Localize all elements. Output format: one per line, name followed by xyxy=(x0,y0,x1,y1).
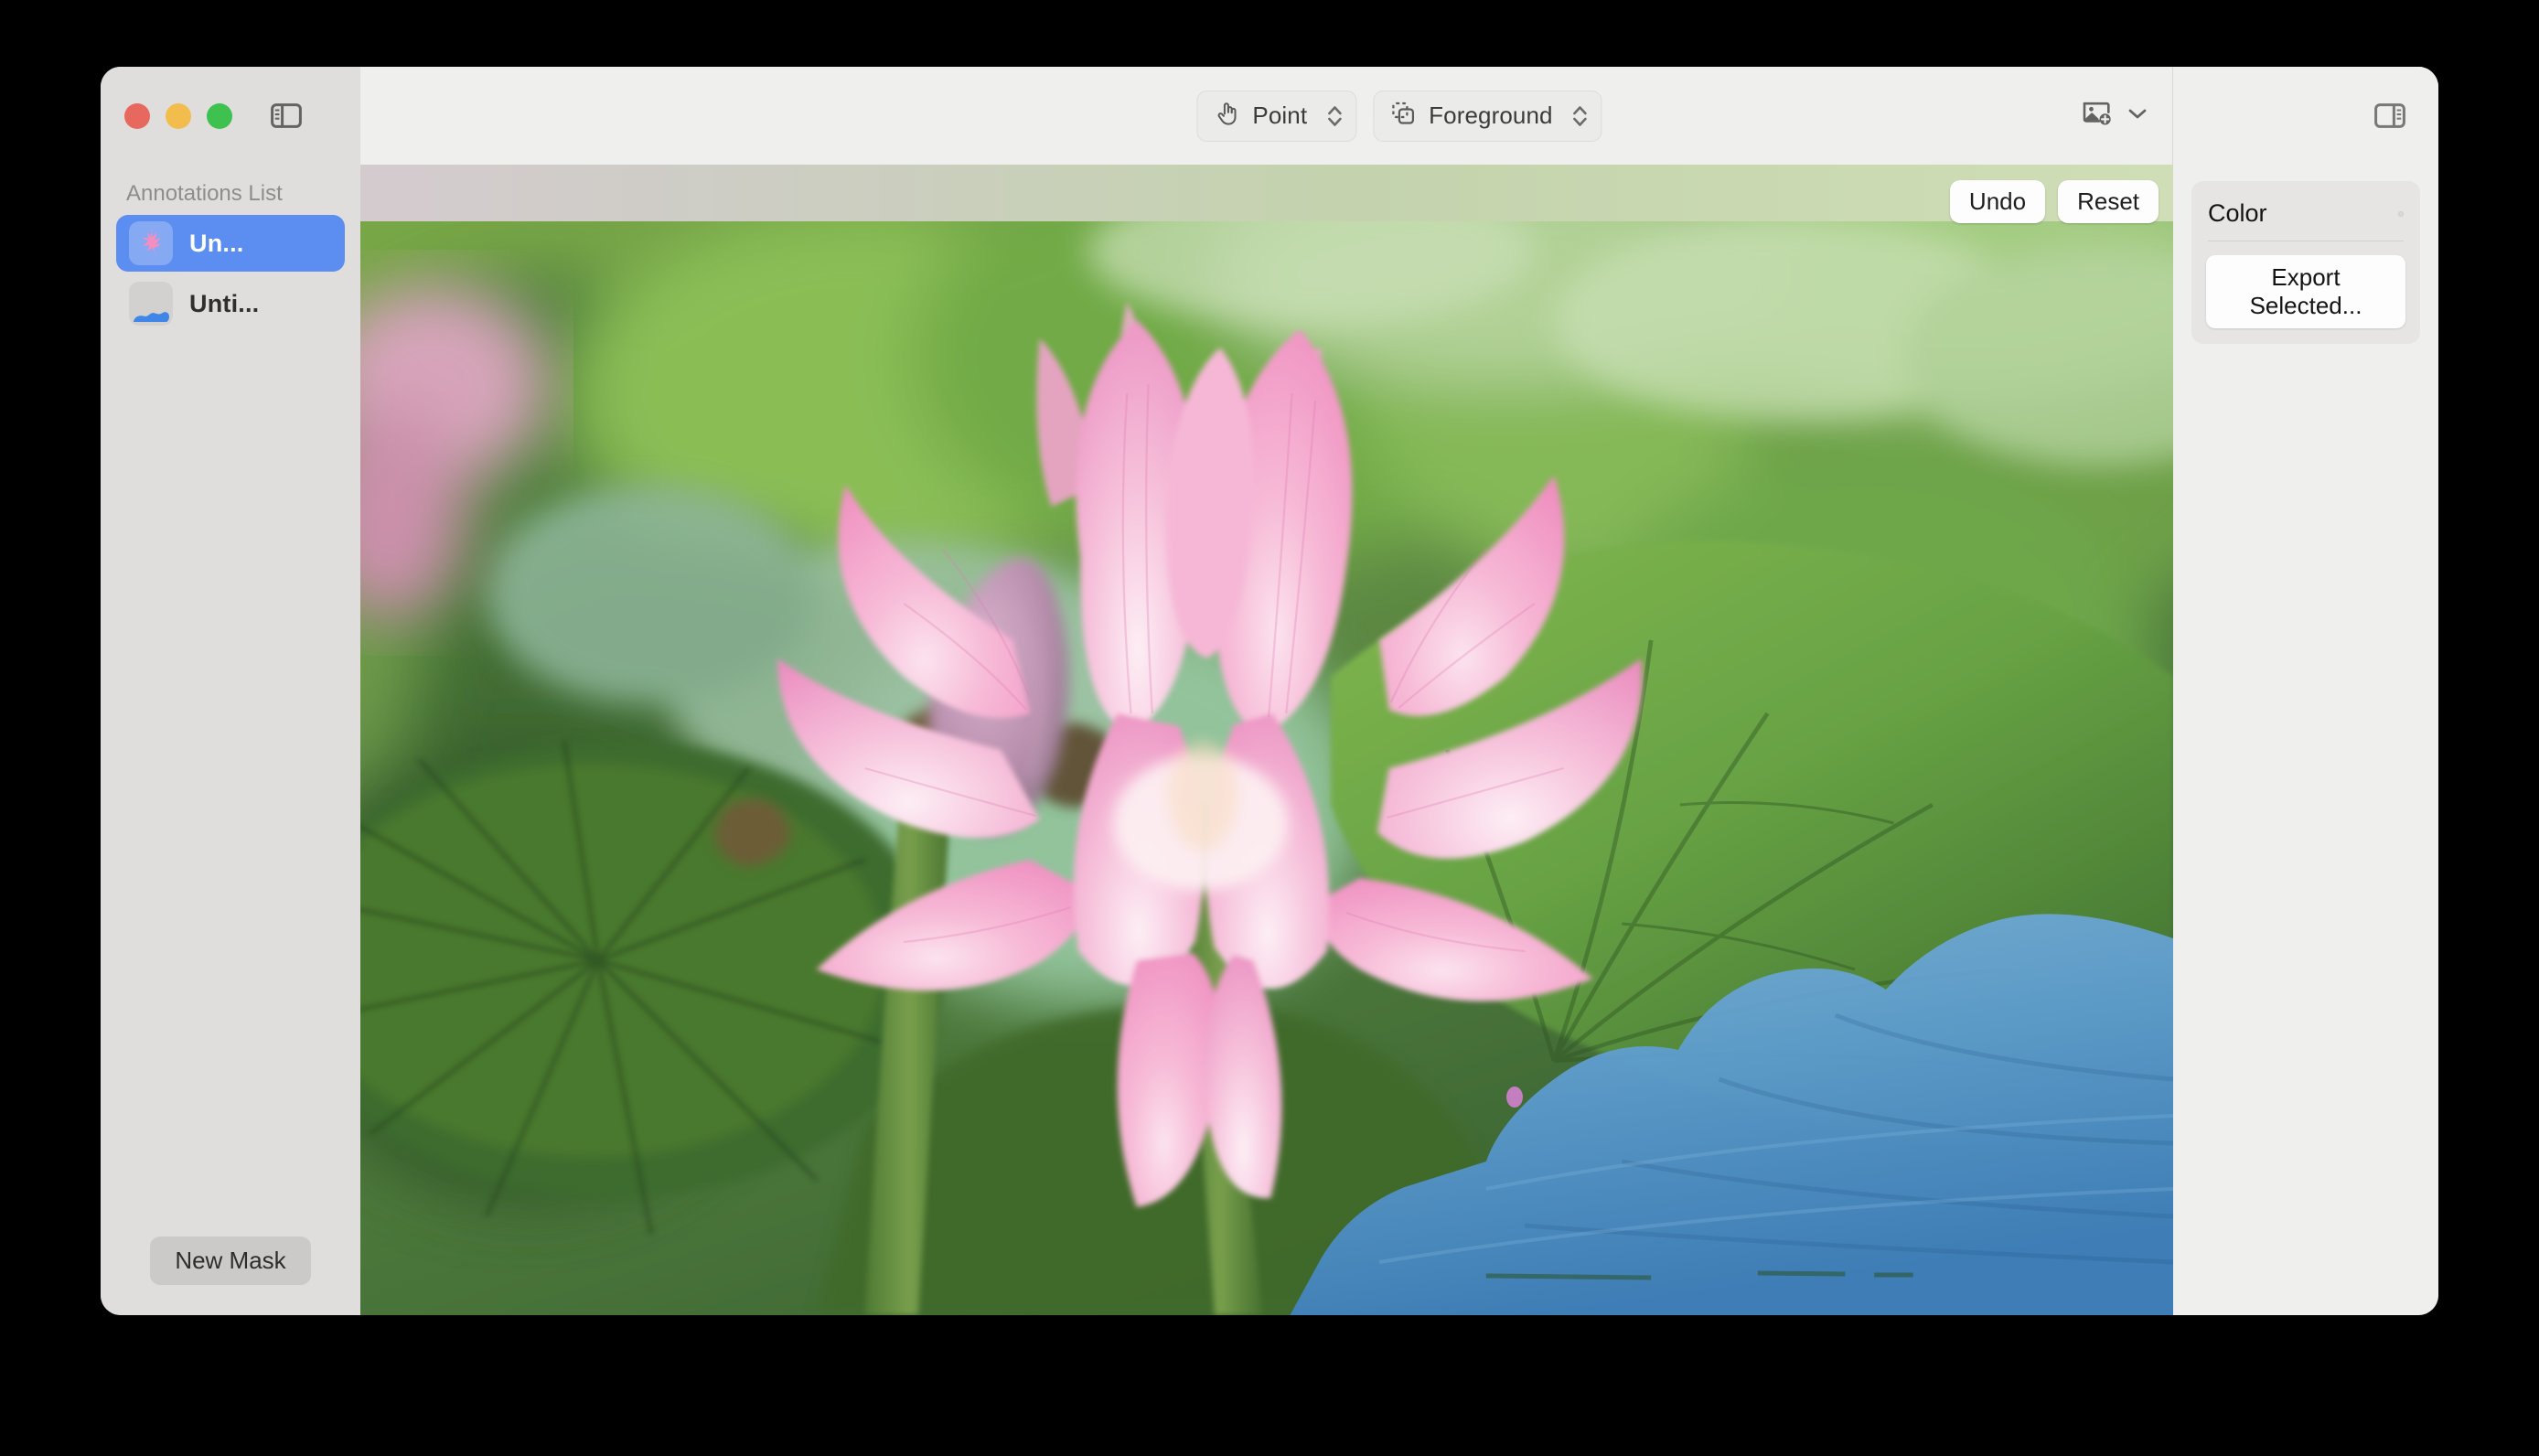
chevron-down-icon xyxy=(2127,106,2148,125)
layer-target-popup[interactable]: Foreground xyxy=(1373,90,1602,142)
export-selected-button[interactable]: Export Selected... xyxy=(2206,255,2405,328)
annotation-item-label: Un... xyxy=(189,229,244,257)
lotus-photo xyxy=(360,165,2173,1315)
window-body: Annotations List Un... Unti... New Mask … xyxy=(101,165,2438,1315)
foreground-layers-icon xyxy=(1389,100,1417,132)
layer-target-value: Foreground xyxy=(1429,102,1553,129)
app-window: Point Foreground Annotations List Un... … xyxy=(101,67,2438,1315)
zoom-button[interactable] xyxy=(207,102,232,129)
up-down-chevron-icon xyxy=(1571,102,1590,131)
annotations-sidebar: Annotations List Un... Unti... New Mask xyxy=(101,165,360,1315)
image-canvas[interactable]: Undo Reset xyxy=(360,165,2173,1315)
add-image-button[interactable] xyxy=(2063,99,2172,133)
color-label: Color xyxy=(2208,199,2267,227)
toolbar-center-group: Point Foreground xyxy=(1196,90,1602,142)
photo-artwork xyxy=(360,165,2173,1315)
toolbar: Point Foreground xyxy=(360,67,2438,165)
toolbar-right-group xyxy=(2063,67,2438,165)
annotation-item-label: Unti... xyxy=(189,289,260,317)
inspector-panel: Color Export Selected... xyxy=(2173,165,2438,1315)
close-button[interactable] xyxy=(124,102,150,129)
new-mask-footer: New Mask xyxy=(116,1237,345,1315)
titlebar-row: Point Foreground xyxy=(101,67,2438,165)
add-image-icon xyxy=(2082,99,2115,133)
canvas-action-buttons: Undo Reset xyxy=(1949,180,2159,223)
sidebar-left-icon[interactable] xyxy=(268,102,305,131)
blue-leaf-mask-thumb xyxy=(129,282,173,326)
reset-button[interactable]: Reset xyxy=(2058,180,2159,223)
annotation-list-item-0[interactable]: Un... xyxy=(116,215,345,272)
annotations-list-title: Annotations List xyxy=(126,181,283,206)
point-marker[interactable] xyxy=(1505,1086,1523,1108)
up-down-chevron-icon xyxy=(1325,102,1344,131)
pink-flower-mask-thumb xyxy=(129,221,173,265)
annotation-mode-popup[interactable]: Point xyxy=(1196,90,1357,142)
window-chrome xyxy=(101,67,360,165)
sidebar-right-icon[interactable] xyxy=(2374,103,2405,128)
new-mask-button[interactable]: New Mask xyxy=(150,1237,311,1285)
minimize-button[interactable] xyxy=(166,102,191,129)
hand-point-icon xyxy=(1213,100,1240,132)
color-swatch-button[interactable] xyxy=(2398,210,2404,217)
mask-properties-card: Color Export Selected... xyxy=(2191,181,2420,344)
inspector-header xyxy=(2173,67,2438,165)
annotation-list-item-1[interactable]: Unti... xyxy=(116,275,345,332)
color-row: Color xyxy=(2206,194,2405,241)
undo-button[interactable]: Undo xyxy=(1949,180,2046,223)
annotation-mode-value: Point xyxy=(1252,102,1308,129)
